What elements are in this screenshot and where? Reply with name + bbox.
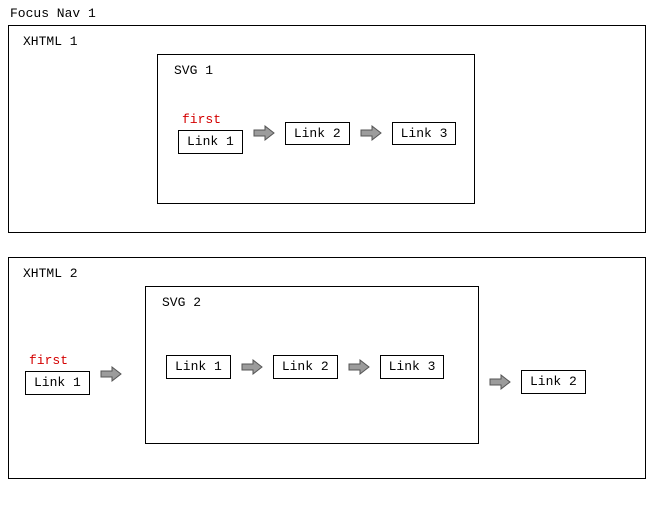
outer-link-1[interactable]: Link 1 bbox=[25, 371, 90, 395]
arrow-right-icon bbox=[241, 359, 263, 375]
svg-1-label: SVG 1 bbox=[174, 63, 460, 78]
arrow-right-icon bbox=[489, 374, 511, 390]
outer-left-group: first Link 1 bbox=[25, 354, 122, 395]
svg-2-box: SVG 2 Link 1 Link 2 Link 3 bbox=[145, 286, 479, 444]
first-label-1: first bbox=[182, 113, 221, 126]
page-title: Focus Nav 1 bbox=[10, 6, 646, 21]
svg-2-link-row: Link 1 Link 2 Link 3 bbox=[166, 355, 444, 379]
svg-1-box: SVG 1 first Link 1 Link 2 Link 3 bbox=[157, 54, 475, 204]
arrow-right-icon bbox=[348, 359, 370, 375]
outer-link-1-wrap: first Link 1 bbox=[25, 354, 90, 395]
xhtml-2-label: XHTML 2 bbox=[23, 266, 633, 281]
link-1-wrap: first Link 1 bbox=[178, 113, 243, 154]
svg2-link-3[interactable]: Link 3 bbox=[380, 355, 445, 379]
link-2[interactable]: Link 2 bbox=[285, 122, 350, 146]
outer-right-group: Link 2 bbox=[489, 370, 586, 394]
link-1[interactable]: Link 1 bbox=[178, 130, 243, 154]
svg2-link-2[interactable]: Link 2 bbox=[273, 355, 338, 379]
link-3[interactable]: Link 3 bbox=[392, 122, 457, 146]
xhtml-1-box: XHTML 1 SVG 1 first Link 1 Link 2 Link 3 bbox=[8, 25, 646, 233]
first-label-2: first bbox=[29, 354, 68, 367]
svg-1-link-row: first Link 1 Link 2 Link 3 bbox=[178, 113, 456, 154]
xhtml-2-box: XHTML 2 first Link 1 SVG 2 Link 1 Link 2 bbox=[8, 257, 646, 479]
arrow-right-icon bbox=[100, 366, 122, 382]
outer-link-2[interactable]: Link 2 bbox=[521, 370, 586, 394]
svg-2-label: SVG 2 bbox=[162, 295, 464, 310]
xhtml-1-label: XHTML 1 bbox=[23, 34, 633, 49]
arrow-right-icon bbox=[360, 125, 382, 141]
svg2-link-1[interactable]: Link 1 bbox=[166, 355, 231, 379]
arrow-right-icon bbox=[253, 125, 275, 141]
